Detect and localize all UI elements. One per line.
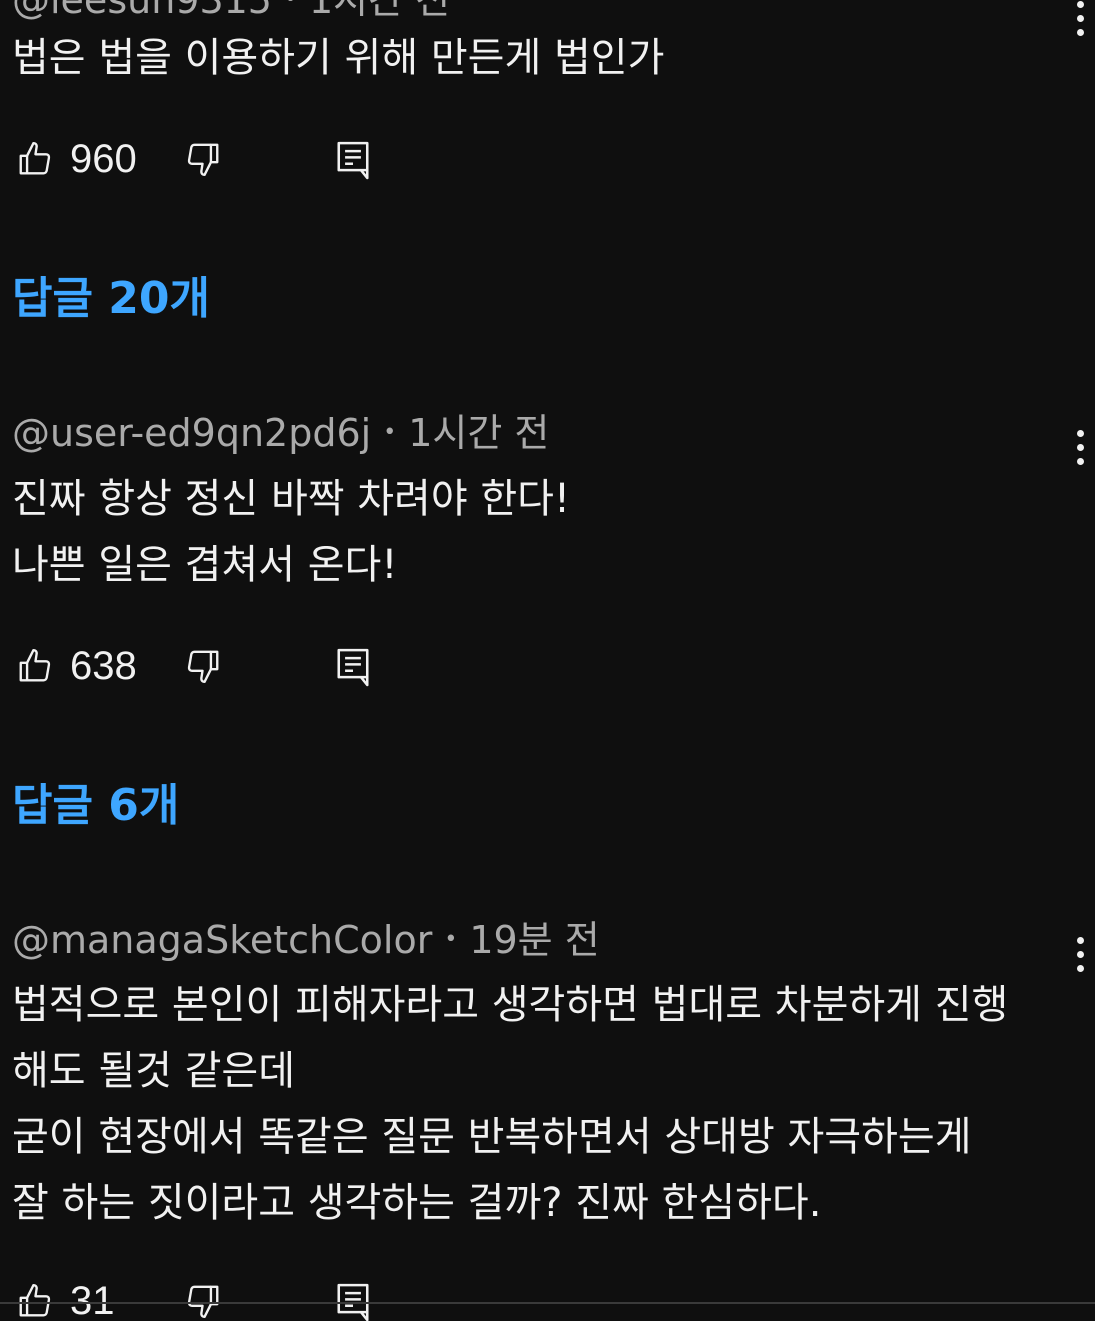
more-dot bbox=[1076, 457, 1084, 465]
comment-meta: @managaSketchColor • 19분 전 bbox=[12, 918, 600, 965]
like-button[interactable]: 960 bbox=[16, 129, 137, 189]
comment-text-line: 해도 될것 같은데 bbox=[12, 1048, 296, 1094]
thumbs-up-icon bbox=[19, 141, 51, 175]
comment-time: 1시간 전 bbox=[308, 0, 451, 22]
comment-text-line: 진짜 항상 정신 바짝 차려야 한다! bbox=[12, 476, 571, 522]
view-replies-link[interactable]: 답글 6개 bbox=[12, 769, 179, 833]
more-dot bbox=[1076, 950, 1084, 958]
comment-author[interactable]: @leesun9315 bbox=[12, 0, 272, 22]
comment-text-line: 잘 하는 짓이라고 생각하는 걸까? 진짜 한심하다. bbox=[12, 1180, 822, 1226]
more-options-button[interactable] bbox=[1060, 0, 1095, 48]
like-count: 31 bbox=[70, 1278, 115, 1321]
comment-text-line: 굳이 현장에서 똑같은 질문 반복하면서 상대방 자극하는게 bbox=[12, 1114, 972, 1160]
comment-text: 진짜 항상 정신 바짝 차려야 한다! 나쁜 일은 겹쳐서 온다! bbox=[12, 466, 570, 598]
thumbs-down-icon bbox=[187, 143, 219, 177]
comments-page: @leesun9315•1시간 전 법은 법을 이용하기 위해 만든게 법인가 … bbox=[0, 0, 1095, 1321]
comment-meta: @leesun9315 • 1시간 전 bbox=[12, 0, 450, 25]
reply-button[interactable] bbox=[334, 1271, 372, 1321]
more-vertical-icon bbox=[1076, 0, 1084, 8]
comment-time: 19분 전 bbox=[469, 918, 600, 962]
bottom-divider bbox=[0, 1302, 1095, 1304]
view-replies-link[interactable]: 답글 20개 bbox=[12, 262, 210, 326]
comment-actions: 638 bbox=[12, 636, 512, 696]
dislike-button[interactable] bbox=[184, 129, 222, 189]
more-dot bbox=[1076, 443, 1084, 451]
separator-dot: • bbox=[284, 0, 297, 22]
thumbs-up-icon bbox=[19, 648, 51, 682]
reply-comment-icon bbox=[337, 648, 369, 687]
comment-meta: @user-ed9qn2pd6j • 1시간 전 bbox=[12, 411, 549, 458]
separator-dot: • bbox=[383, 419, 397, 445]
thumbs-down-icon bbox=[187, 650, 219, 684]
like-button[interactable]: 31 bbox=[16, 1271, 115, 1321]
more-dot bbox=[1076, 964, 1084, 972]
comment-author[interactable]: @managaSketchColor bbox=[12, 918, 432, 962]
more-vertical-icon bbox=[1076, 936, 1084, 944]
like-count: 638 bbox=[70, 643, 137, 688]
comment-text: 법은 법을 이용하기 위해 만든게 법인가 bbox=[12, 25, 664, 91]
dislike-button[interactable] bbox=[184, 1271, 222, 1321]
comment-text-line: 나쁜 일은 겹쳐서 온다! bbox=[12, 542, 398, 588]
reply-comment-icon bbox=[337, 1283, 369, 1321]
comment-author[interactable]: @user-ed9qn2pd6j bbox=[12, 411, 371, 455]
comment-time: 1시간 전 bbox=[408, 411, 550, 455]
more-dot bbox=[1076, 28, 1084, 36]
reply-button[interactable] bbox=[334, 636, 372, 696]
comment-actions: 31 bbox=[12, 1271, 512, 1321]
comment-actions: 960 bbox=[12, 129, 512, 189]
thumbs-up-icon bbox=[19, 1283, 51, 1317]
like-count: 960 bbox=[70, 136, 137, 181]
reply-button[interactable] bbox=[334, 129, 372, 189]
more-options-button[interactable] bbox=[1060, 417, 1095, 477]
separator-dot: • bbox=[444, 926, 458, 952]
comment-text-line: 법은 법을 이용하기 위해 만든게 법인가 bbox=[12, 35, 665, 81]
dislike-button[interactable] bbox=[184, 636, 222, 696]
more-dot bbox=[1076, 14, 1084, 22]
thumbs-down-icon bbox=[187, 1285, 219, 1319]
comment-text-line: 법적으로 본인이 피해자라고 생각하면 법대로 차분하게 진행 bbox=[12, 982, 1009, 1028]
more-vertical-icon bbox=[1076, 429, 1084, 437]
comment-text: 법적으로 본인이 피해자라고 생각하면 법대로 차분하게 진행 해도 될것 같은… bbox=[12, 972, 1008, 1236]
more-options-button[interactable] bbox=[1060, 924, 1095, 984]
reply-comment-icon bbox=[337, 141, 369, 180]
like-button[interactable]: 638 bbox=[16, 636, 137, 696]
